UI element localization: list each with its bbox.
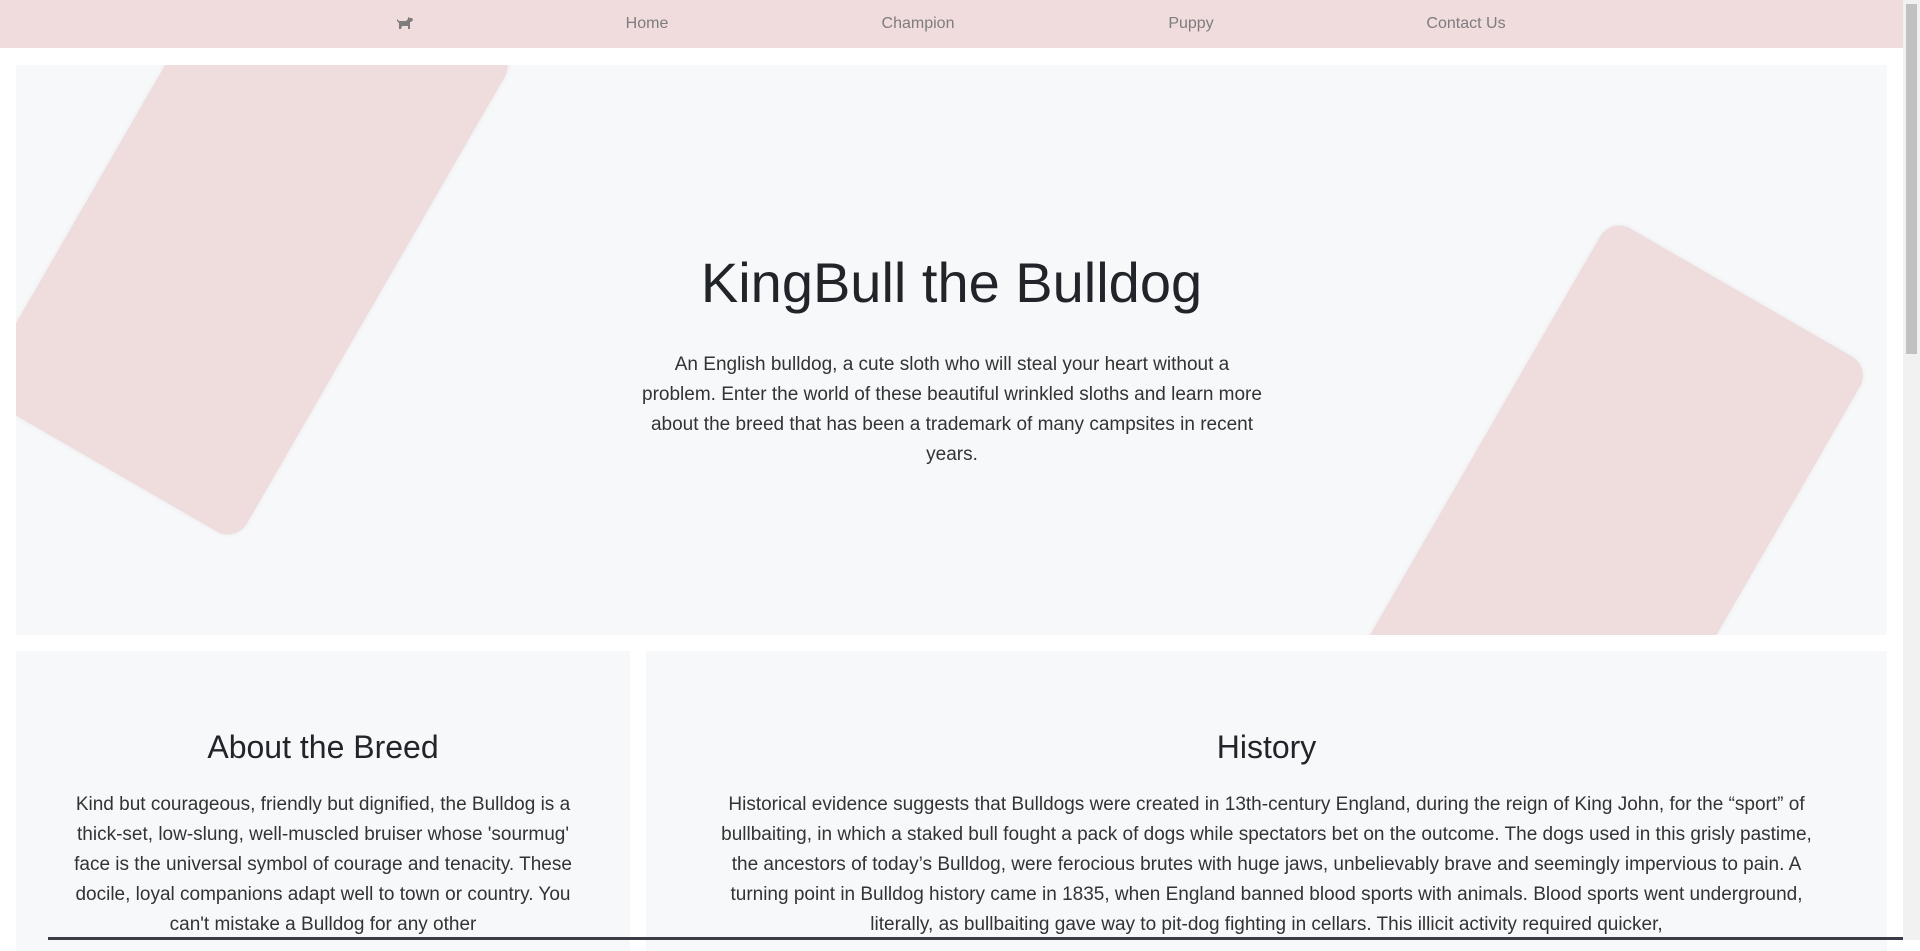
vertical-scrollbar[interactable] [1903, 0, 1920, 940]
nav-link-champion[interactable]: Champion [882, 14, 955, 34]
history-card: History Historical evidence suggests tha… [646, 651, 1887, 951]
about-breed-text: Kind but courageous, friendly but dignif… [74, 794, 572, 935]
hero-title: KingBull the Bulldog [700, 251, 1203, 314]
history-text: Historical evidence suggests that Bulldo… [721, 794, 1812, 935]
top-navbar: Home Champion Puppy Contact Us [0, 0, 1903, 48]
about-breed-card: About the Breed Kind but courageous, fri… [16, 651, 630, 951]
nav-link-contact-us[interactable]: Contact Us [1426, 14, 1505, 34]
scrollbar-thumb[interactable] [1906, 4, 1917, 354]
hero-content: KingBull the Bulldog An English bulldog,… [16, 65, 1887, 635]
nav-link-puppy[interactable]: Puppy [1168, 14, 1213, 34]
about-breed-title: About the Breed [207, 729, 439, 765]
dog-icon-graphic [397, 17, 413, 29]
hero-description: An English bulldog, a cute sloth who wil… [642, 354, 1262, 465]
dog-icon[interactable] [395, 14, 415, 34]
history-title: History [1216, 729, 1317, 765]
hero-section: KingBull the Bulldog An English bulldog,… [16, 65, 1887, 635]
nav-link-home[interactable]: Home [626, 14, 669, 34]
